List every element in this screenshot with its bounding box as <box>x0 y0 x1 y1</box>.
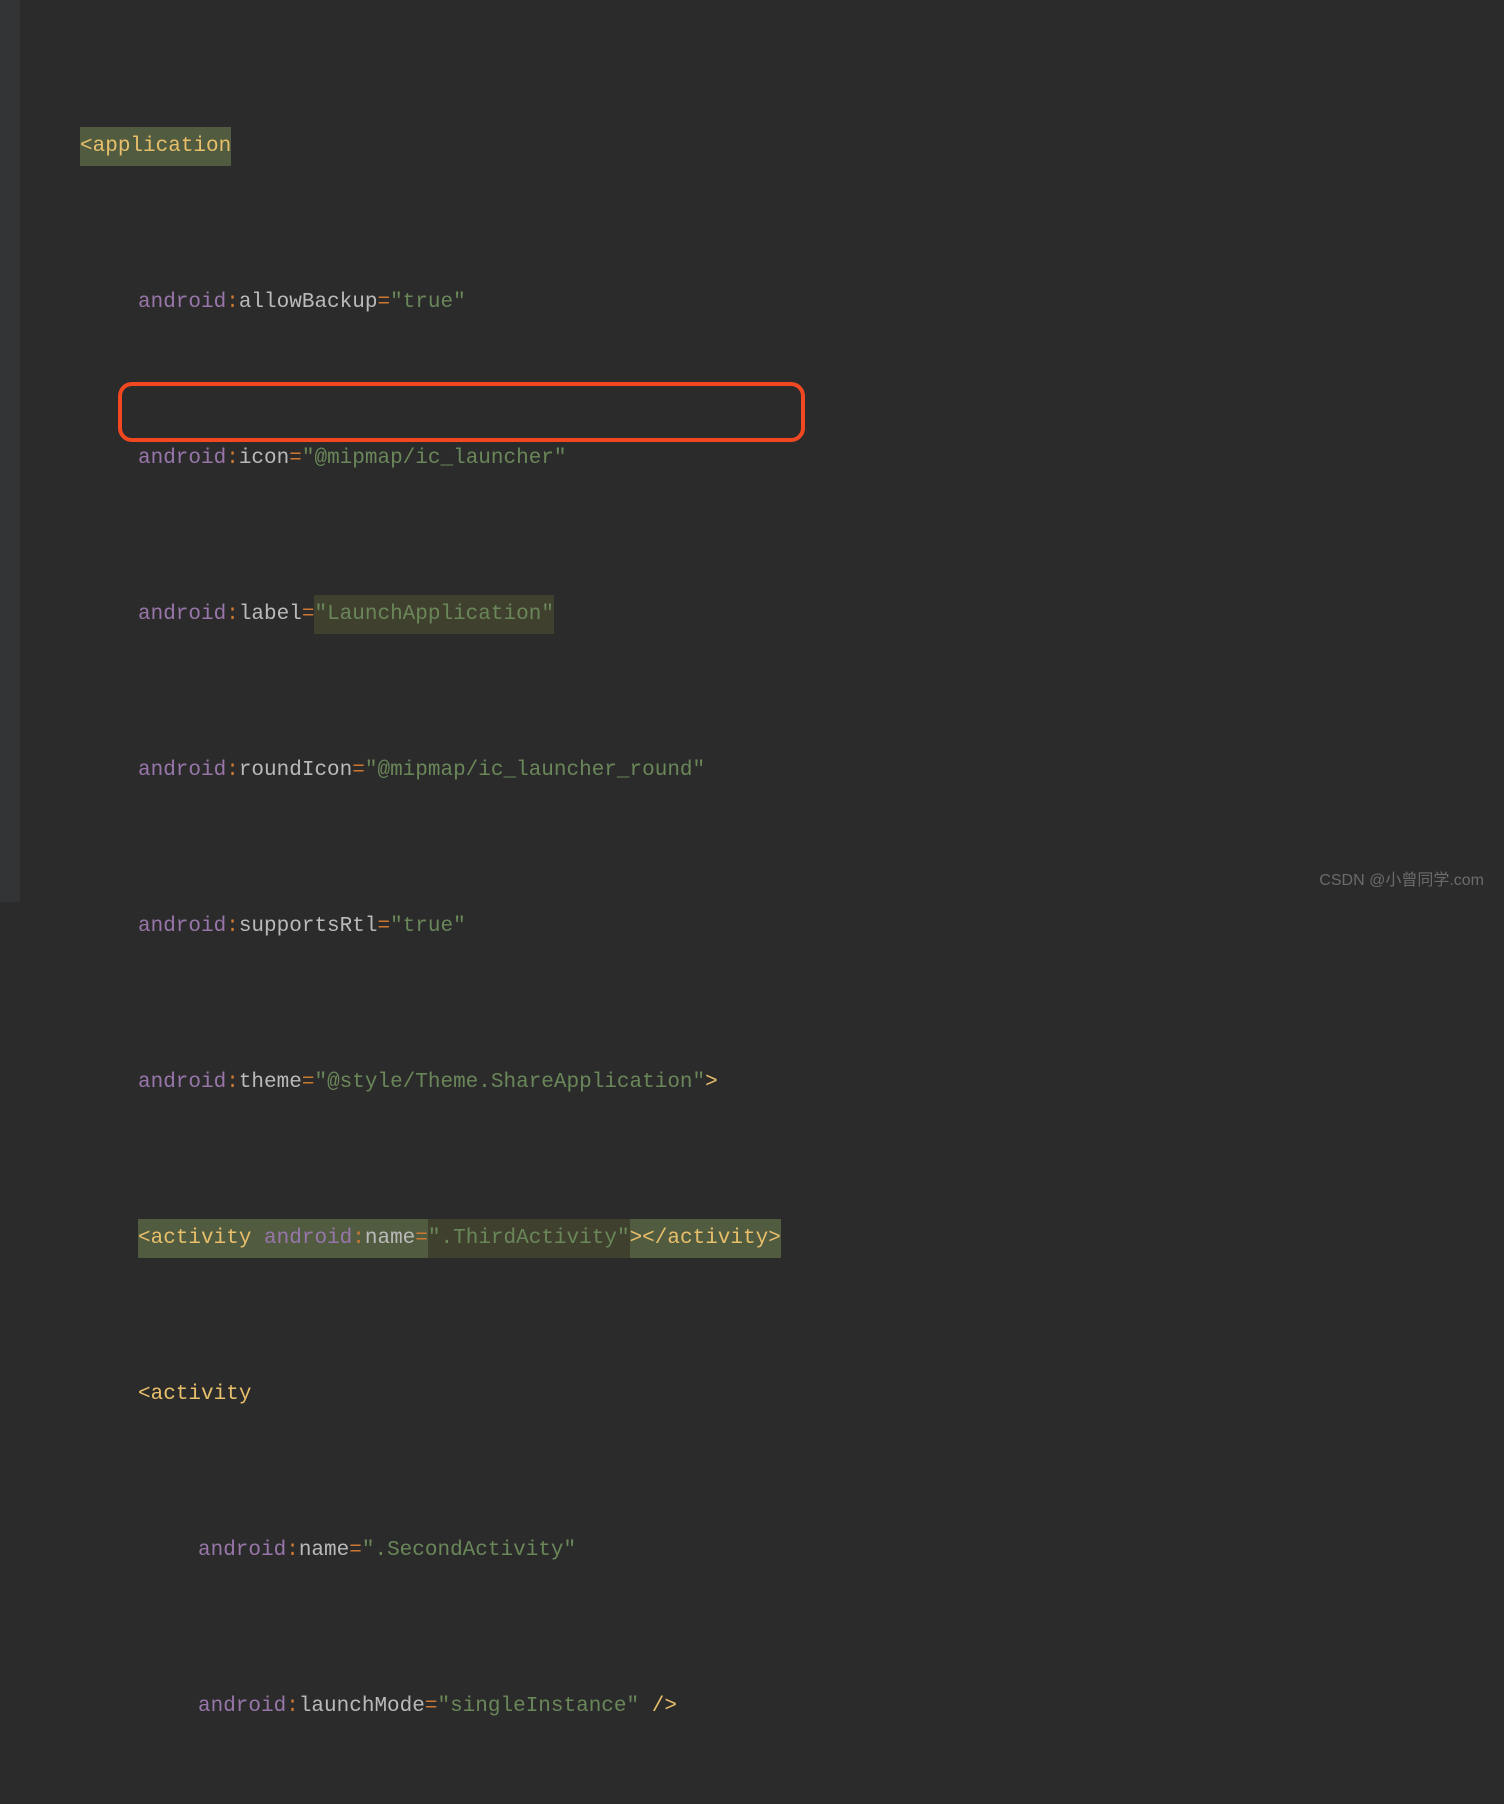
attr-namespace: android <box>138 439 226 478</box>
attr-namespace: android <box>138 283 226 322</box>
attr-namespace: android <box>138 595 226 634</box>
code-line[interactable]: android:roundIcon="@mipmap/ic_launcher_r… <box>30 751 1504 790</box>
code-line[interactable]: android:launchMode="singleInstance" /> <box>30 1687 1504 1726</box>
attr-value: @mipmap/ic_launcher_round <box>377 751 692 790</box>
attr-name: roundIcon <box>239 751 352 790</box>
attr-namespace: android <box>138 1063 226 1102</box>
code-editor[interactable]: <application android:allowBackup="true" … <box>0 0 1504 1804</box>
attr-name: launchMode <box>299 1687 425 1726</box>
code-line[interactable]: <activity <box>30 1375 1504 1414</box>
tag-name: activity <box>151 1375 252 1414</box>
code-line[interactable]: android:label="LaunchApplication" <box>30 595 1504 634</box>
attr-namespace: android <box>138 751 226 790</box>
attr-value: @style/Theme.ShareApplication <box>327 1063 692 1102</box>
code-line[interactable]: android:name=".SecondActivity" <box>30 1531 1504 1570</box>
code-line[interactable]: <application <box>30 127 1504 166</box>
tag-open: < <box>80 135 93 158</box>
code-line[interactable]: android:icon="@mipmap/ic_launcher" <box>30 439 1504 478</box>
attr-value: singleInstance <box>450 1687 626 1726</box>
attr-name: supportsRtl <box>239 907 378 946</box>
tag-name: application <box>93 135 232 158</box>
attr-name: allowBackup <box>239 283 378 322</box>
attr-name: label <box>239 595 302 634</box>
attr-name: icon <box>239 439 289 478</box>
attr-value: LaunchApplication <box>327 603 541 626</box>
attr-value: true <box>403 283 453 322</box>
code-line[interactable]: android:supportsRtl="true" <box>30 907 1504 946</box>
attr-name: name <box>299 1531 349 1570</box>
tag-name: activity <box>151 1227 252 1250</box>
attr-namespace: android <box>138 907 226 946</box>
attr-value: @mipmap/ic_launcher <box>314 439 553 478</box>
attr-value: true <box>403 907 453 946</box>
code-line[interactable]: <activity android:name=".ThirdActivity">… <box>30 1219 1504 1258</box>
attr-value: .ThirdActivity <box>441 1227 617 1250</box>
code-line[interactable]: android:allowBackup="true" <box>30 283 1504 322</box>
attr-name: theme <box>239 1063 302 1102</box>
watermark-text: CSDN @小曾同学.com <box>1319 866 1484 890</box>
attr-value: .SecondActivity <box>374 1531 563 1570</box>
editor-gutter <box>0 0 20 902</box>
code-line[interactable]: android:theme="@style/Theme.ShareApplica… <box>30 1063 1504 1102</box>
